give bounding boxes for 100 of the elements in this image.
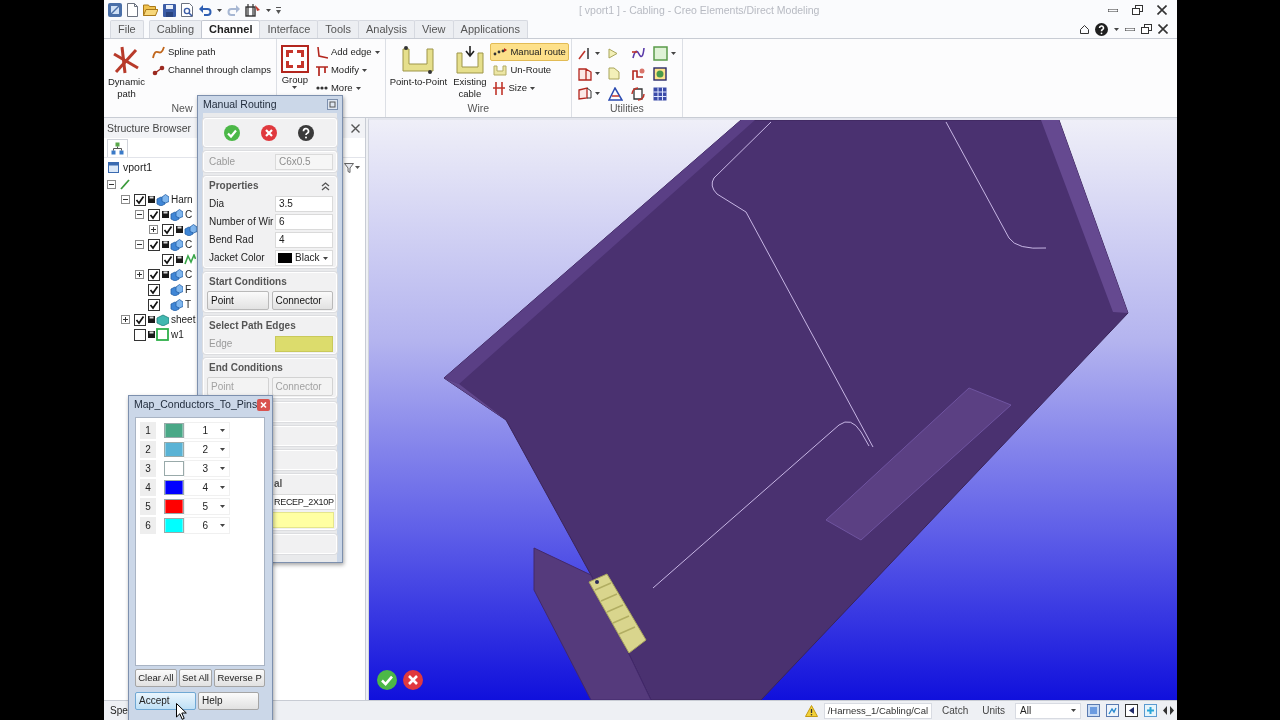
path-field[interactable]: /Harness_1/Cabling/Cal [823, 702, 933, 719]
frame-flag-icon[interactable] [245, 3, 261, 17]
checkbox[interactable] [148, 268, 160, 281]
step-line-icon[interactable] [630, 66, 645, 81]
viewport-label[interactable]: vport1 [123, 161, 153, 174]
close-icon[interactable] [1158, 24, 1168, 34]
filter-icon[interactable] [344, 162, 360, 173]
framed-square-icon[interactable] [1087, 704, 1100, 717]
collapse-icon[interactable] [321, 181, 330, 191]
text-field[interactable]: 3.5 [275, 196, 333, 212]
collapse-icon[interactable] [107, 180, 116, 189]
filter-dropdown[interactable]: All [1015, 702, 1081, 719]
folder-icon[interactable] [143, 4, 158, 16]
checkbox[interactable] [134, 313, 146, 326]
tree-item-label[interactable]: C [185, 268, 193, 281]
ribbon-button[interactable]: Modify [312, 61, 383, 79]
expand-icon[interactable] [135, 270, 144, 279]
browser-tab[interactable] [107, 139, 128, 157]
new-file-icon[interactable] [127, 3, 138, 17]
ribbon-button[interactable]: Channel through clamps [148, 61, 274, 79]
caret-icon[interactable] [1114, 27, 1119, 31]
tree-item-label[interactable]: w1 [171, 328, 184, 341]
collapse-icon[interactable] [121, 195, 130, 204]
save-icon[interactable] [163, 3, 176, 17]
triangle-outline-icon[interactable] [607, 86, 623, 101]
cancel-icon[interactable] [261, 124, 277, 141]
checkbox[interactable] [134, 328, 146, 341]
dialog-button[interactable]: Accept [135, 692, 196, 710]
rotate-icon[interactable] [630, 86, 645, 101]
undo-icon[interactable] [199, 4, 212, 16]
ribbon-tab[interactable]: Cabling [148, 20, 203, 38]
ribbon-button[interactable]: Point-to-Point [387, 42, 450, 101]
checkbox[interactable] [162, 253, 174, 266]
accept-icon[interactable] [377, 670, 397, 690]
pin-dropdown[interactable]: 6 [184, 517, 230, 534]
plus-icon[interactable] [1144, 704, 1157, 717]
line-icon[interactable] [577, 46, 592, 60]
dialog-button[interactable]: Clear All [135, 669, 177, 687]
checkbox[interactable] [148, 238, 160, 251]
units-label[interactable]: Units [978, 704, 1009, 717]
ribbon-button[interactable]: Add edge [312, 43, 383, 61]
expand-icon[interactable] [121, 315, 130, 324]
dialog-button[interactable]: Set All [178, 669, 213, 687]
dialog-button[interactable]: Connector [271, 291, 333, 310]
app-icon[interactable] [108, 3, 122, 17]
dialog-button[interactable]: Point [207, 291, 269, 310]
graphics-viewport[interactable] [368, 118, 1177, 700]
collapse-icon[interactable] [135, 240, 144, 249]
dialog-button[interactable]: Help [198, 692, 259, 710]
close-icon[interactable] [1157, 5, 1167, 15]
caret-icon[interactable] [670, 51, 676, 55]
box-icon[interactable] [577, 87, 592, 100]
expand-icon[interactable] [149, 225, 158, 234]
pin-dropdown[interactable]: 4 [184, 479, 230, 496]
pin-dropdown[interactable]: 2 [184, 441, 230, 458]
cancel-icon[interactable] [403, 670, 423, 690]
chart-icon[interactable] [1106, 704, 1119, 717]
customize-icon[interactable] [276, 6, 281, 14]
check-icon[interactable] [224, 124, 240, 141]
caret-icon[interactable] [217, 8, 222, 12]
ribbon-tab[interactable]: File [110, 20, 144, 38]
tree-item-label[interactable]: Harn [171, 193, 193, 206]
ribbon-tab[interactable]: Interface [259, 20, 319, 38]
color-dropdown[interactable]: Black [275, 250, 333, 266]
ribbon-button[interactable]: Group [278, 42, 311, 101]
text-field[interactable]: 4 [275, 232, 333, 248]
selection-field[interactable] [272, 512, 334, 528]
minimize-icon[interactable] [1108, 8, 1118, 12]
caret-icon[interactable] [594, 72, 600, 75]
ribbon-button[interactable]: Existing cable [451, 42, 489, 101]
caret-icon[interactable] [594, 51, 600, 55]
ribbon-button[interactable]: Size [490, 79, 569, 97]
collapse-icon[interactable] [135, 210, 144, 219]
table-icon[interactable] [652, 86, 667, 101]
checkbox[interactable] [148, 283, 160, 296]
home-icon[interactable] [1080, 24, 1089, 34]
minimize-icon[interactable] [1125, 27, 1135, 31]
tree-item-label[interactable]: C [185, 238, 193, 251]
ribbon-button[interactable]: Manual route [490, 43, 569, 61]
caret-icon[interactable] [266, 8, 271, 12]
restore-icon[interactable] [1141, 24, 1152, 34]
restore-icon[interactable] [1132, 5, 1143, 15]
help-icon[interactable] [1095, 22, 1108, 36]
help-icon[interactable] [298, 124, 314, 141]
tree-item-label[interactable]: sheet [171, 313, 196, 326]
pin-dropdown[interactable]: 3 [184, 460, 230, 477]
left-right-arrows-icon[interactable] [1163, 706, 1174, 715]
ribbon-tab[interactable]: View [413, 20, 454, 38]
tree-item-label[interactable]: T [185, 298, 192, 311]
pin-dropdown[interactable]: 1 [184, 422, 230, 439]
ribbon-tab[interactable]: Channel [201, 20, 261, 38]
catch-label[interactable]: Catch [938, 704, 973, 717]
tree-item-label[interactable]: C [185, 208, 193, 221]
caret-icon[interactable] [594, 92, 600, 95]
book-icon[interactable] [577, 66, 592, 81]
text-field[interactable]: RECEP_2X10P [272, 494, 336, 510]
pin-dropdown[interactable]: 5 [184, 498, 230, 515]
tree-item-label[interactable]: F [185, 283, 192, 296]
text-field[interactable]: 6 [275, 214, 333, 230]
checkbox[interactable] [148, 208, 160, 221]
